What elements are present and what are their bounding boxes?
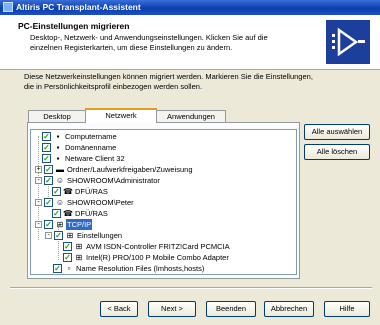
page-description: Desktop-, Netzwerk- und Anwendungseinste… — [30, 33, 268, 52]
help-button[interactable]: Hilfe — [324, 301, 370, 317]
tree-item-label: Ordner/Laufwerkfreigaben/Zuweisung — [67, 165, 193, 174]
tree-item-showroom-peter[interactable]: - ✓ ☺ SHOWROOM\Peter — [31, 197, 296, 208]
checkbox[interactable]: ✓ — [52, 209, 61, 218]
tree-item-showroom-administrator[interactable]: - ✓ ☺ SHOWROOM\Administrator — [31, 175, 296, 186]
tree-item-dfu-ras[interactable]: ✓ ☎ DFÜ/RAS — [31, 186, 296, 197]
tree-item-dfu-ras[interactable]: ✓ ☎ DFÜ/RAS — [31, 208, 296, 219]
tree-item-label: DFÜ/RAS — [75, 187, 108, 196]
select-all-button[interactable]: Alle auswählen — [304, 124, 370, 140]
checkbox[interactable]: ✓ — [42, 143, 51, 152]
next-button[interactable]: Next > — [148, 301, 196, 317]
tree-item-domaenenname[interactable]: ✓ ▪ Domänenname — [31, 142, 296, 153]
tree-item-label: AVM ISDN-Controller FRITZ!Card PCMCIA — [86, 242, 230, 251]
finish-button[interactable]: Beenden — [206, 301, 256, 317]
tree-item-label: TCP/IP — [66, 219, 93, 230]
window-title: Altiris PC Transplant-Assistent — [16, 2, 141, 12]
tree-item-label: Einstellungen — [77, 231, 123, 240]
setting-icon: ▪ — [56, 143, 60, 152]
checkbox[interactable]: ✓ — [42, 154, 51, 163]
app-icon — [3, 2, 13, 12]
back-button[interactable]: < Back — [100, 301, 138, 317]
tree-item-label: Name Resolution Files (lmhosts,hosts) — [76, 264, 205, 273]
network-adapter-icon: ⊞ — [75, 253, 83, 262]
dialup-icon: ☎ — [63, 209, 73, 218]
dialup-icon: ☎ — [63, 187, 73, 196]
migration-logo-icon — [326, 20, 370, 64]
settings-tree[interactable]: ✓ ▪ Computername ✓ ▪ Domänenname ✓ ▪ Net… — [30, 129, 297, 275]
user-icon: ☺ — [55, 176, 65, 185]
checkbox[interactable]: ✓ — [42, 132, 51, 141]
tree-item-label: SHOWROOM\Peter — [67, 198, 134, 207]
checkbox[interactable]: ✓ — [53, 264, 62, 273]
tree-item-label: Netware Client 32 — [65, 154, 125, 163]
tab-anwendungen[interactable]: Anwendungen — [156, 110, 226, 122]
collapse-icon[interactable]: - — [35, 177, 42, 184]
collapse-icon[interactable]: - — [35, 199, 42, 206]
collapse-icon[interactable]: - — [35, 221, 42, 228]
tree-item-computername[interactable]: ✓ ▪ Computername — [31, 131, 296, 142]
tree-item-label: Computername — [65, 132, 117, 141]
title-bar: Altiris PC Transplant-Assistent — [0, 0, 380, 15]
clear-all-button[interactable]: Alle löschen — [304, 144, 370, 160]
tree-item-ordner-freigaben[interactable]: + ✓ ▬ Ordner/Laufwerkfreigaben/Zuweisung — [31, 164, 296, 175]
collapse-icon[interactable]: - — [45, 232, 52, 239]
checkbox[interactable]: ✓ — [44, 198, 53, 207]
tree-item-label: DFÜ/RAS — [75, 209, 108, 218]
tree-item-netware-client[interactable]: ✓ ▪ Netware Client 32 — [31, 153, 296, 164]
cancel-button[interactable]: Abbrechen — [264, 301, 314, 317]
checkbox[interactable]: ✓ — [44, 220, 53, 229]
intro-text: Diese Netzwerkeinstellungen können migri… — [24, 72, 313, 91]
checkbox[interactable]: ✓ — [63, 242, 72, 251]
checkbox[interactable]: ✓ — [44, 165, 53, 174]
setting-icon: ▪ — [56, 154, 60, 163]
checkbox[interactable]: ✓ — [52, 187, 61, 196]
tree-item-einstellungen[interactable]: - ✓ ⊞ Einstellungen — [31, 230, 296, 241]
network-icon: ⊞ — [56, 220, 64, 229]
network-tab-panel: ✓ ▪ Computername ✓ ▪ Domänenname ✓ ▪ Net… — [27, 122, 300, 279]
expand-icon[interactable]: + — [35, 166, 42, 173]
tree-item-name-resolution[interactable]: ✓ ▫ Name Resolution Files (lmhosts,hosts… — [31, 263, 296, 274]
tree-item-label: Domänenname — [65, 143, 117, 152]
checkbox[interactable]: ✓ — [54, 231, 63, 240]
wizard-header: PC-Einstellungen migrieren Desktop-, Net… — [0, 15, 380, 70]
footer-divider — [10, 287, 372, 289]
tab-desktop[interactable]: Desktop — [28, 110, 86, 122]
setting-icon: ▪ — [56, 132, 60, 141]
checkbox[interactable]: ✓ — [44, 176, 53, 185]
network-icon: ⊞ — [66, 231, 74, 240]
tree-item-avm-isdn[interactable]: ✓ ⊞ AVM ISDN-Controller FRITZ!Card PCMCI… — [31, 241, 296, 252]
tree-item-intel-pro[interactable]: ✓ ⊞ Intel(R) PRO/100 P Mobile Combo Adap… — [31, 252, 296, 263]
tree-item-label: SHOWROOM\Administrator — [67, 176, 160, 185]
network-adapter-icon: ⊞ — [75, 242, 83, 251]
tree-item-tcpip[interactable]: - ✓ ⊞ TCP/IP — [31, 219, 296, 230]
tab-netzwerk[interactable]: Netzwerk — [85, 108, 157, 123]
checkbox[interactable]: ✓ — [63, 253, 72, 262]
page-title: PC-Einstellungen migrieren — [18, 21, 130, 31]
user-icon: ☺ — [55, 198, 65, 207]
tree-item-label: Intel(R) PRO/100 P Mobile Combo Adapter — [86, 253, 229, 262]
folder-icon: ▬ — [56, 165, 64, 174]
file-icon: ▫ — [67, 264, 71, 273]
